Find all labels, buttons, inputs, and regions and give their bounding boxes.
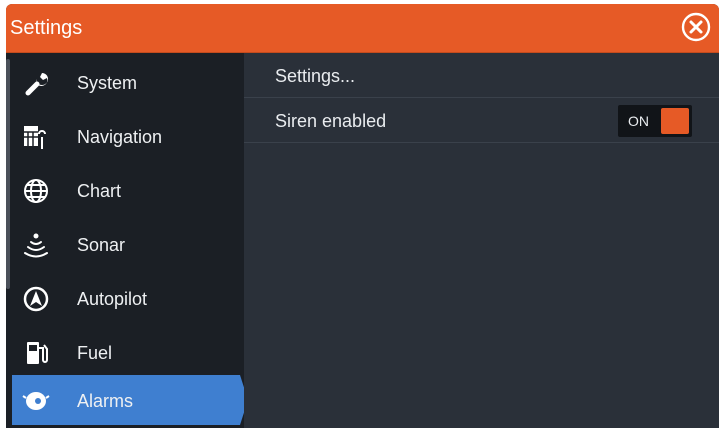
settings-row[interactable]: Settings... <box>244 53 719 98</box>
content-panel: Settings... Siren enabled ON <box>244 53 719 428</box>
close-button[interactable] <box>681 12 711 42</box>
sidebar-item-navigation[interactable]: Navigation <box>12 111 236 161</box>
sidebar-item-label: System <box>77 73 138 93</box>
toggle-knob <box>661 108 689 134</box>
sidebar-item-label: Chart <box>77 181 122 201</box>
sidebar-item-autopilot[interactable]: Autopilot <box>12 273 236 323</box>
title-bar: Settings <box>6 4 719 53</box>
sidebar-item-alarms[interactable]: Alarms <box>12 375 248 425</box>
toggle-state-text: ON <box>628 113 649 129</box>
sidebar-scrollbar[interactable] <box>6 59 10 289</box>
sidebar-item-fuel[interactable]: Fuel <box>12 327 236 377</box>
sidebar-item-label: Sonar <box>77 235 126 255</box>
sidebar: System Navigation Chart Sonar Autopilot … <box>6 53 248 428</box>
sonar-icon <box>24 233 48 258</box>
settings-row-label: Settings... <box>275 66 356 86</box>
siren-enabled-row[interactable]: Siren enabled ON <box>244 98 719 143</box>
fuel-pump-icon <box>27 342 48 364</box>
sidebar-item-label: Fuel <box>77 343 113 363</box>
navigation-icon <box>24 126 46 149</box>
settings-window: Settings System Navigation Chart Sonar A… <box>6 4 719 428</box>
autopilot-icon <box>23 286 49 312</box>
siren-enabled-label: Siren enabled <box>275 111 387 131</box>
siren-toggle[interactable]: ON <box>618 105 692 137</box>
alarm-icon <box>22 392 50 410</box>
globe-icon <box>24 179 48 203</box>
sidebar-item-sonar[interactable]: Sonar <box>12 219 236 269</box>
sidebar-item-label: Navigation <box>77 127 163 147</box>
wrench-icon <box>25 73 48 96</box>
sidebar-item-chart[interactable]: Chart <box>12 165 236 215</box>
window-title: Settings <box>10 17 83 39</box>
sidebar-item-system[interactable]: System <box>12 57 236 107</box>
sidebar-item-label: Autopilot <box>77 289 148 309</box>
close-icon <box>681 12 711 42</box>
sidebar-item-label: Alarms <box>77 391 134 411</box>
